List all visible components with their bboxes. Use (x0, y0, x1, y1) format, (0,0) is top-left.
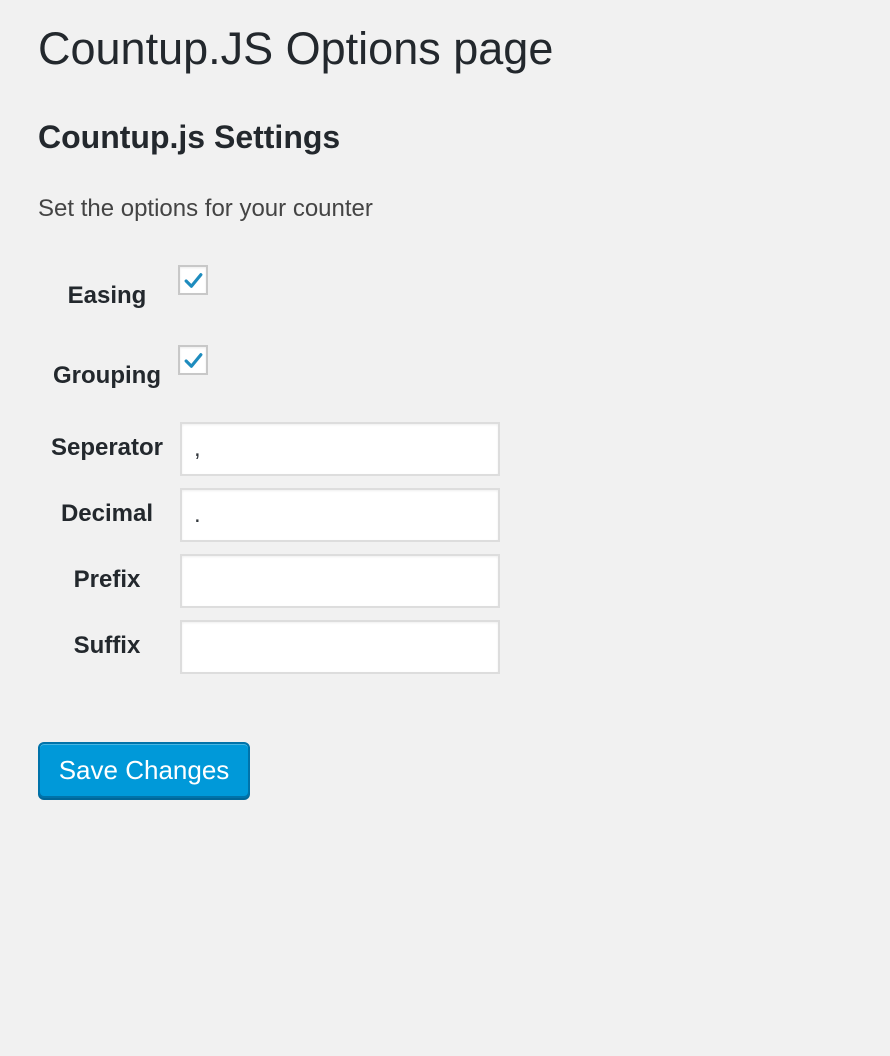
decimal-label: Decimal (60, 500, 154, 527)
grouping-checkbox[interactable] (178, 345, 208, 375)
checkmark-icon (184, 273, 203, 288)
prefix-label: Prefix (73, 566, 141, 593)
page-title: Countup.JS Options page (38, 23, 554, 74)
save-changes-button[interactable]: Save Changes (38, 742, 250, 798)
section-description: Set the options for your counter (38, 195, 373, 222)
checkmark-icon (184, 353, 203, 368)
separator-label: Seperator (50, 434, 164, 461)
grouping-label: Grouping (53, 362, 161, 389)
separator-input[interactable] (180, 422, 500, 476)
suffix-label: Suffix (73, 632, 141, 659)
section-title: Countup.js Settings (38, 119, 341, 155)
prefix-input[interactable] (180, 554, 500, 608)
easing-label: Easing (67, 282, 147, 309)
decimal-input[interactable] (180, 488, 500, 542)
easing-checkbox[interactable] (178, 265, 208, 295)
suffix-input[interactable] (180, 620, 500, 674)
